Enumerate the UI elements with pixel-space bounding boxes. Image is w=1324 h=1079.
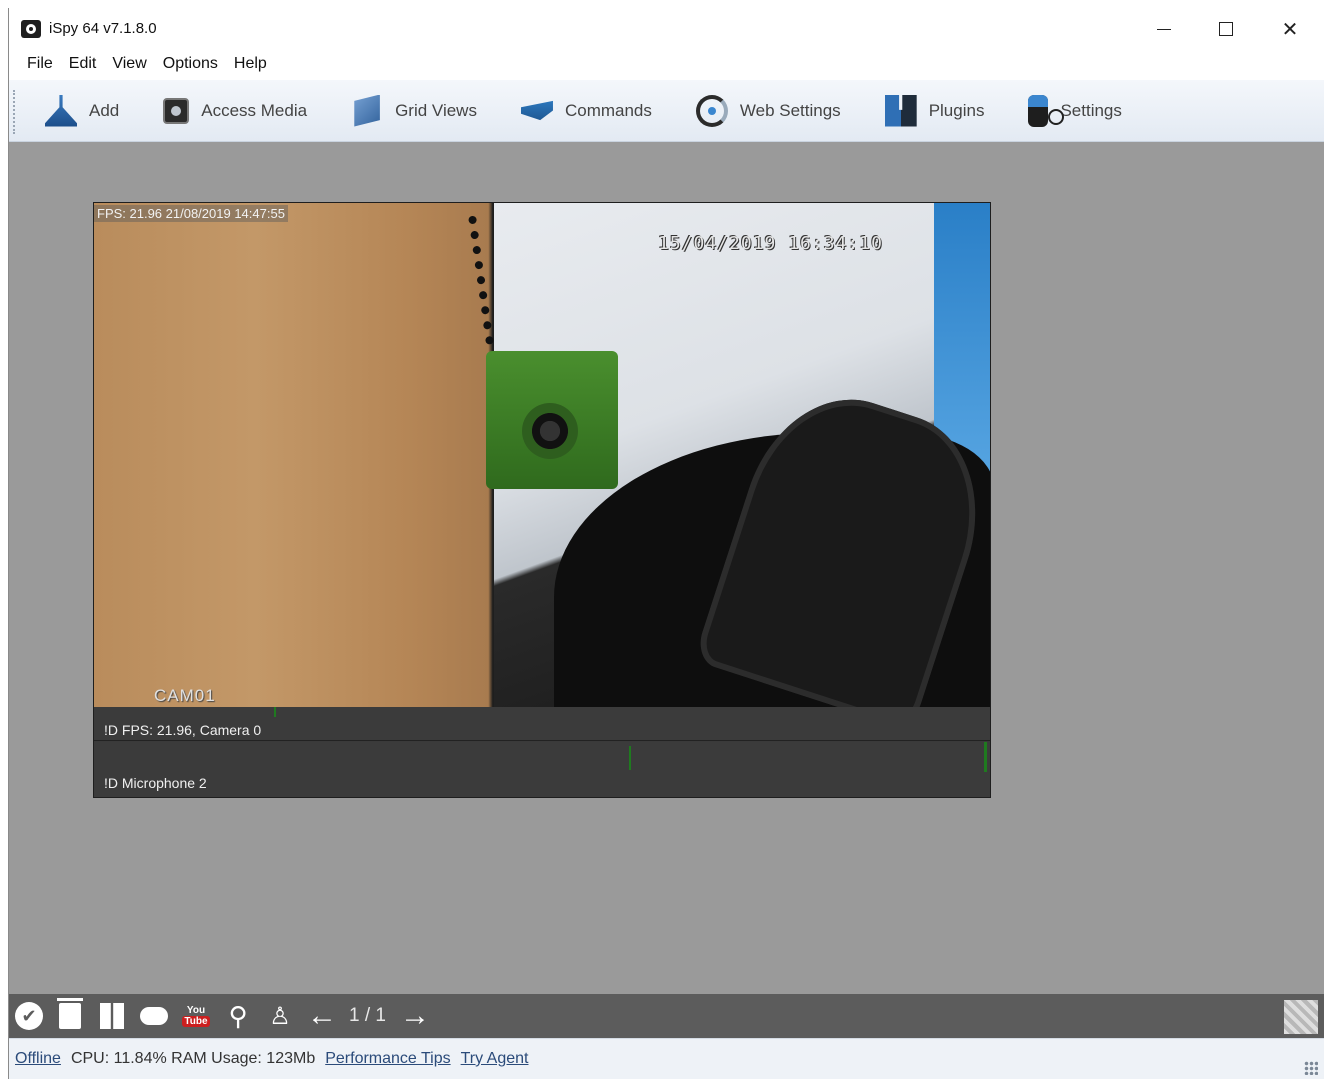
menu-file[interactable]: File [19,55,61,73]
grid-views-button[interactable]: Grid Views [351,91,477,131]
surveillance-workspace[interactable]: FPS: 21.96 21/08/2019 14:47:55 15/04/201… [9,142,1324,994]
camera-feed[interactable]: FPS: 21.96 21/08/2019 14:47:55 15/04/201… [94,203,990,707]
previous-page-icon[interactable]: ← [307,999,337,1032]
minimize-icon [1157,28,1171,30]
commands-button[interactable]: Commands [520,91,652,131]
add-button[interactable]: Add [45,91,119,131]
web-settings-label: Web Settings [739,100,841,120]
upload-button[interactable] [139,1001,169,1031]
add-icon [45,94,77,127]
access-media-button[interactable]: Access Media [163,91,307,131]
mic-level-tick [984,742,987,772]
camera-panel[interactable]: FPS: 21.96 21/08/2019 14:47:55 15/04/201… [93,202,991,798]
bottom-bar-grip-icon [1284,1000,1318,1034]
microphone-panel[interactable]: !D Microphone 2 [94,742,990,797]
maximize-icon [1219,22,1233,36]
microphone-info-text: !D Microphone 2 [104,775,207,791]
access-media-label: Access Media [201,100,308,120]
cloud-upload-icon [140,1007,168,1025]
trash-icon [59,1003,81,1029]
resize-grip-icon[interactable] [1304,1061,1318,1075]
web-settings-button[interactable]: Web Settings [695,91,841,131]
window-title: iSpy 64 v7.1.8.0 [49,20,157,37]
plugins-label: Plugins [928,100,985,120]
settings-icon [1028,94,1065,127]
add-label: Add [89,100,120,120]
menu-edit[interactable]: Edit [61,55,105,73]
camera-timestamp: 15/04/2019 16:34:10 [658,233,883,254]
try-agent-link[interactable]: Try Agent [461,1050,529,1068]
camera-name-overlay: CAM01 [154,686,216,705]
camera-level-tick [274,707,276,717]
close-button[interactable]: ✕ [1260,12,1320,46]
web-settings-icon [695,94,728,127]
grid-views-icon [354,94,380,127]
check-icon[interactable]: ✔ [15,1002,43,1030]
toolbar-grip[interactable] [13,90,15,134]
book-icon [100,1003,124,1029]
commands-label: Commands [564,100,652,120]
main-toolbar: Add Access Media Grid Views Commands Web… [9,80,1324,142]
scene-camera-lens [522,403,578,459]
settings-label: Settings [1060,100,1122,120]
page-indicator: 1 / 1 [349,1005,386,1026]
title-bar: iSpy 64 v7.1.8.0 ✕ [9,8,1324,50]
search-icon[interactable]: ⚲ [223,1001,253,1031]
menu-help[interactable]: Help [226,55,275,73]
share-network-icon[interactable]: ♙ [265,1001,295,1031]
media-icon [163,97,190,124]
plugins-button[interactable]: Plugins [884,91,985,131]
next-page-icon[interactable]: → [400,999,430,1032]
minimize-button[interactable] [1134,12,1194,46]
app-eye-icon [21,20,41,38]
mic-level-tick [629,746,631,770]
system-stats: CPU: 11.84% RAM Usage: 123Mb [70,1050,316,1067]
grid-views-label: Grid Views [395,100,477,120]
maximize-button[interactable] [1196,12,1256,46]
fps-overlay: FPS: 21.96 21/08/2019 14:47:55 [94,205,288,222]
bottom-action-bar: ✔ You Tube ⚲ ♙ ← 1 / 1 → [9,994,1324,1038]
plugins-icon [884,94,917,127]
status-bar: Offline CPU: 11.84% RAM Usage: 123Mb Per… [9,1038,1324,1079]
bookmark-button[interactable] [97,1001,127,1031]
youtube-button[interactable]: You Tube [181,1001,211,1031]
delete-button[interactable] [55,1001,85,1031]
app-window: iSpy 64 v7.1.8.0 ✕ File Edit View Option… [8,8,1324,1079]
settings-button[interactable]: Settings [1028,91,1122,131]
youtube-icon: You [186,1005,206,1016]
camera-info-bar[interactable]: !D FPS: 21.96, Camera 0 [94,707,990,741]
performance-tips-link[interactable]: Performance Tips [325,1050,450,1068]
youtube-icon-tube: Tube [182,1016,210,1027]
menu-view[interactable]: View [104,55,154,73]
camera-info-text: !D FPS: 21.96, Camera 0 [104,722,262,738]
menu-bar: File Edit View Options Help [9,50,1324,78]
menu-options[interactable]: Options [155,55,226,73]
offline-link[interactable]: Offline [15,1050,61,1068]
commands-icon [520,100,553,121]
